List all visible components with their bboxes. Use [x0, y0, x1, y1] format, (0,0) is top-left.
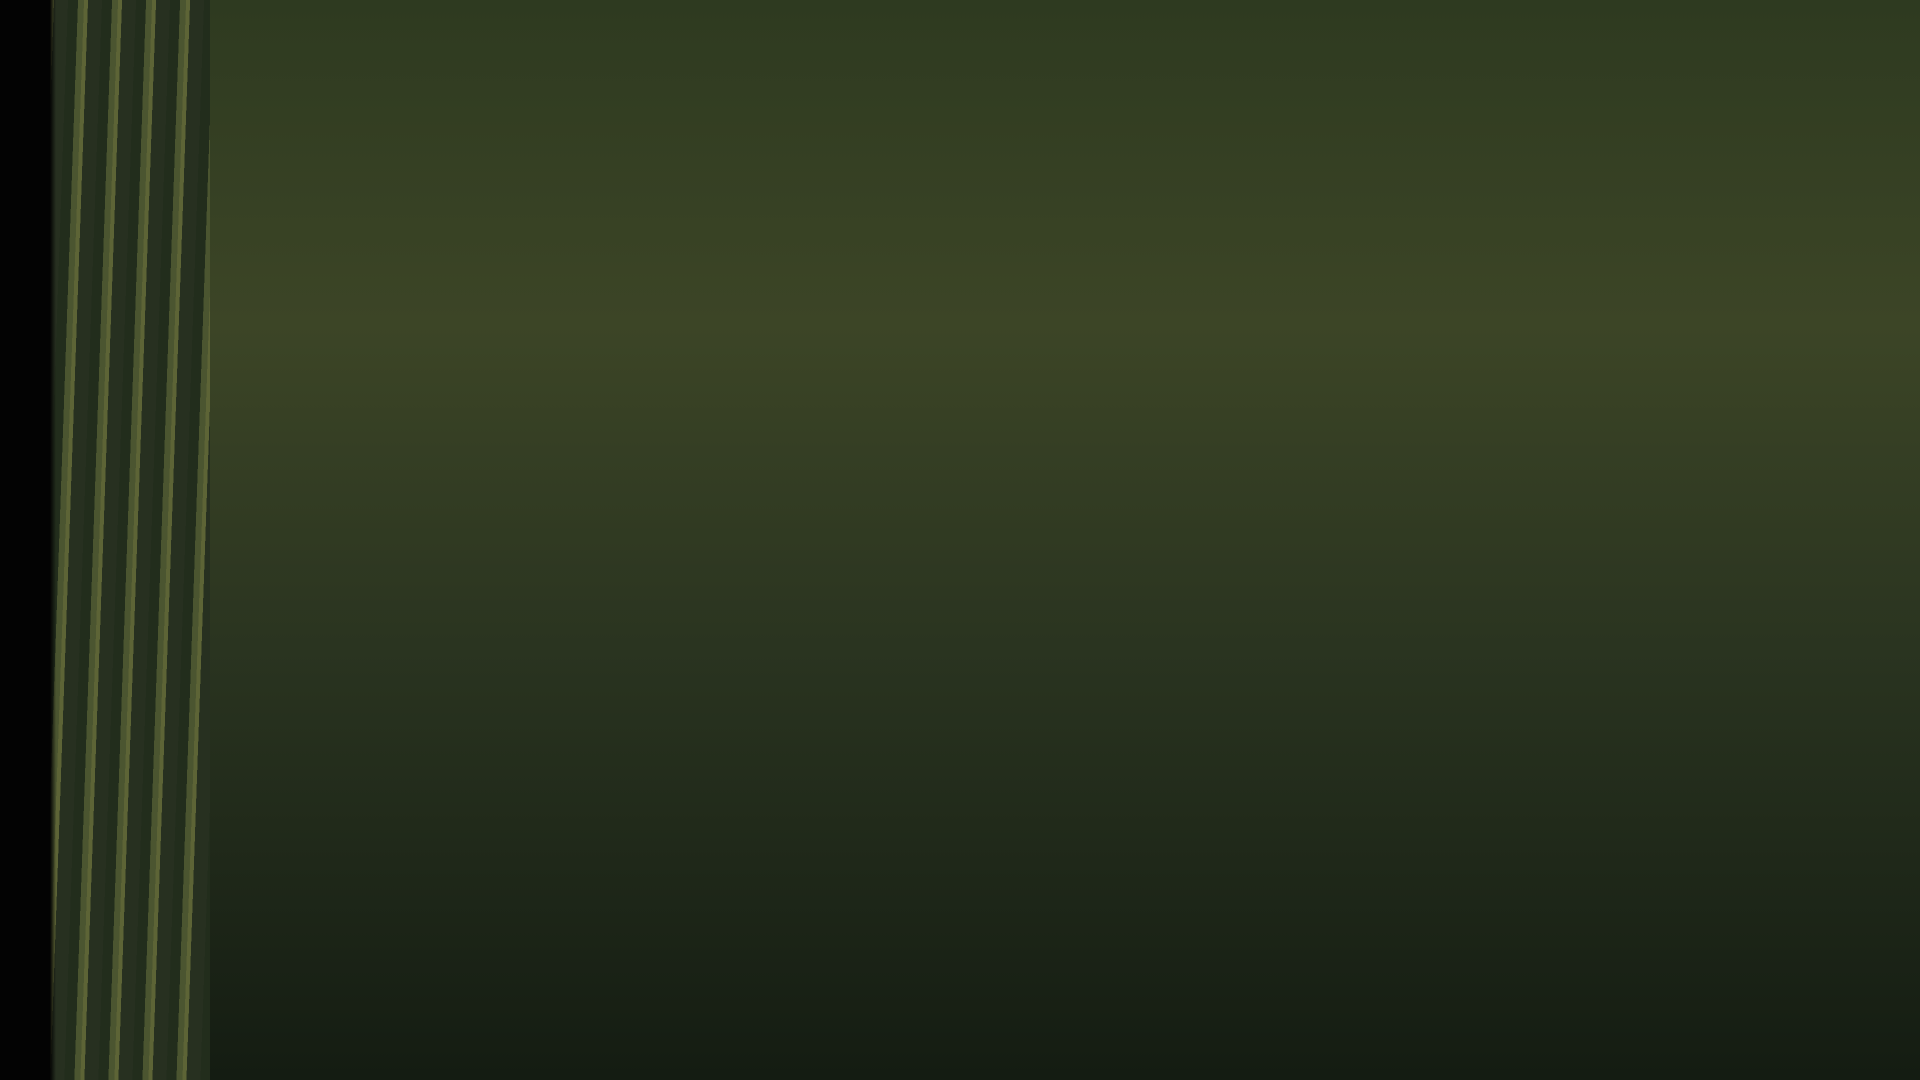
background-forest-left — [0, 0, 210, 1080]
desktop-background — [0, 0, 1920, 1080]
